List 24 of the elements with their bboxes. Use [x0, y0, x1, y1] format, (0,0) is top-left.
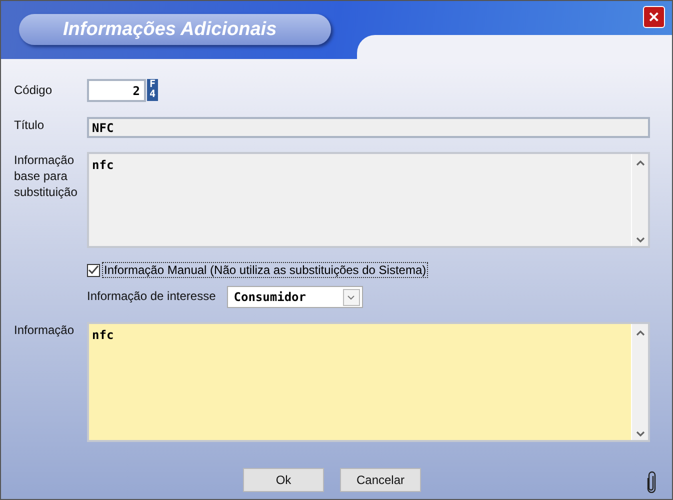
interest-dropdown[interactable]: Consumidor — [226, 286, 363, 308]
code-field[interactable]: 2 — [87, 79, 146, 102]
scroll-down-icon[interactable] — [636, 237, 644, 243]
title-field[interactable]: NFC — [87, 117, 650, 138]
field-label: Informação — [14, 322, 76, 338]
field-label: Informação base para substituição — [14, 152, 78, 200]
lookup-button[interactable]: F4 — [147, 79, 158, 101]
field-label: Código — [14, 82, 54, 98]
close-button[interactable]: ✕ — [643, 6, 665, 28]
base-text-area[interactable]: nfc — [87, 152, 650, 248]
dropdown-caret-icon — [347, 294, 356, 300]
cancel-button[interactable]: Cancelar — [340, 468, 421, 492]
ok-button[interactable]: Ok — [243, 468, 324, 492]
manual-checkbox[interactable]: Informação Manual (Não utiliza as substituições do Sistema) — [87, 262, 650, 278]
field-label: Informação de interesse — [87, 288, 216, 304]
information-text-area[interactable]: nfc — [87, 322, 650, 442]
window-title: Informações Adicionais — [19, 14, 331, 45]
paperclip-icon[interactable] — [647, 471, 656, 493]
scroll-down-icon[interactable] — [636, 431, 644, 437]
check-icon — [88, 265, 99, 275]
scroll-up-icon[interactable] — [636, 330, 644, 336]
field-label: Título — [14, 117, 46, 133]
checkbox-label: Informação Manual (Não utiliza as substituições do Sistema) — [102, 262, 428, 278]
scroll-up-icon[interactable] — [636, 160, 644, 166]
